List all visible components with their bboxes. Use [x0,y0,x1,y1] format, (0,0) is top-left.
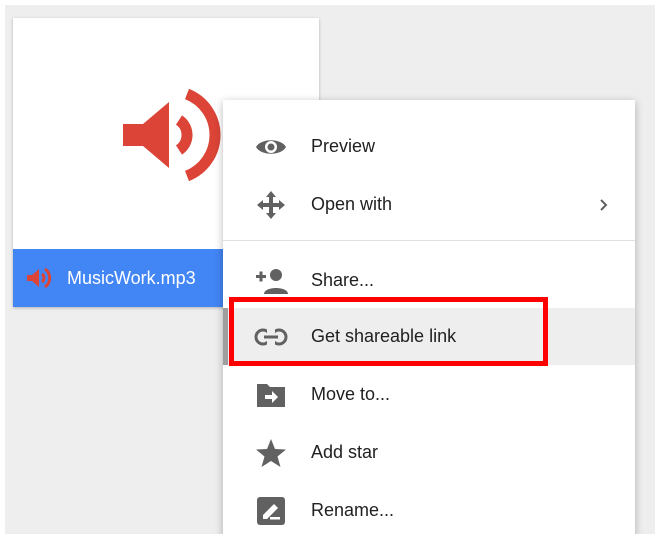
menu-item-get-shareable-link[interactable]: Get shareable link [223,308,635,365]
menu-divider [223,240,635,241]
menu-item-label: Add star [311,442,379,462]
menu-item-add-star[interactable]: Add star [223,424,635,481]
menu-item-label: Move to... [311,384,391,404]
menu-item-label: Rename... [311,500,395,520]
link-icon [254,320,288,354]
drive-workspace: MusicWork.mp3 Preview Open with Share...… [5,5,655,534]
menu-item-label: Share... [311,270,375,290]
file-name: MusicWork.mp3 [67,267,196,288]
star-icon [254,436,288,470]
menu-item-share[interactable]: Share... [223,252,635,309]
menu-item-move-to[interactable]: Move to... [223,366,635,423]
folder-move-icon [254,378,288,412]
menu-item-label: Preview [311,136,376,156]
context-menu: Preview Open with Share... Get shareable… [223,100,635,534]
rename-icon [254,494,288,528]
audio-icon [123,88,221,182]
chevron-right-icon [600,198,608,211]
eye-icon [254,130,288,164]
menu-item-label: Get shareable link [311,326,457,346]
audio-icon [27,267,52,289]
person-add-icon [254,264,288,298]
menu-item-label: Open with [311,194,393,214]
active-indicator [223,308,228,365]
move-arrows-icon [254,188,288,222]
menu-item-preview[interactable]: Preview [223,118,635,175]
menu-item-open-with[interactable]: Open with [223,176,635,233]
menu-item-rename[interactable]: Rename... [223,482,635,534]
